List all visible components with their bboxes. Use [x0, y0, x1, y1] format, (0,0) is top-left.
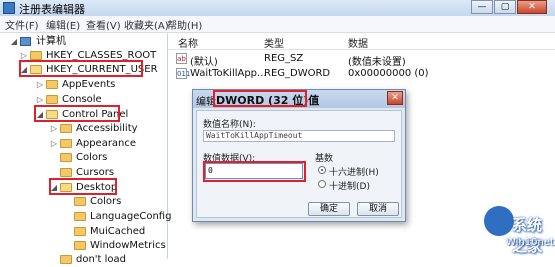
value-name-field: WaitToKillAppTimeout	[203, 130, 395, 142]
expanded-arrow-icon[interactable]: ◢	[50, 181, 58, 195]
tree-item-label: Control Panel	[62, 109, 129, 120]
watermark-title: 系统之家	[512, 216, 543, 255]
value-type: REG_SZ	[264, 53, 304, 64]
registry-app-icon	[3, 2, 15, 14]
tree-item-label: don't load	[76, 254, 127, 265]
watermark-logo-icon	[484, 206, 514, 236]
column-data[interactable]: 数据	[348, 35, 368, 50]
tree-item-label: Cursors	[76, 167, 115, 178]
registry-tree[interactable]: ◢ 计算机 ▷ HKEY_CLASSES_ROOT ◢ HKEY_CURRENT…	[0, 33, 172, 265]
expanded-arrow-icon[interactable]: ◢	[10, 35, 18, 49]
value-data: 0x00000000 (0)	[348, 68, 429, 79]
value-name: (默认)	[190, 57, 218, 68]
maximize-button[interactable]: ▢	[494, 0, 516, 14]
radio-hexadecimal[interactable]	[318, 166, 326, 174]
collapsed-arrow-icon[interactable]: ▷	[20, 49, 28, 63]
tree-item-label: WindowMetrics	[90, 240, 166, 251]
tree-item-label: HKEY_CLASSES_ROOT	[46, 50, 157, 61]
folder-icon	[46, 95, 58, 104]
tree-item-label: HKEY_CURRENT_USER	[46, 64, 158, 75]
menu-bar: 文件(F) 编辑(E) 查看(V) 收藏夹(A) 帮助(H)	[0, 16, 555, 33]
radio-hexadecimal-label: 十六进制(H)	[329, 168, 379, 178]
base-group-label: 基数	[315, 154, 334, 164]
radio-decimal-label: 十进制(D)	[329, 182, 370, 192]
collapsed-arrow-icon[interactable]: ▷	[50, 122, 58, 136]
column-name[interactable]: 名称	[178, 35, 198, 50]
folder-open-icon	[30, 65, 42, 74]
value-data-input[interactable]: 0	[205, 163, 303, 179]
values-header: 名称 类型 数据	[168, 33, 555, 50]
dword-value-icon: 011	[176, 68, 191, 79]
folder-open-icon	[46, 110, 58, 119]
folder-open-icon	[60, 183, 72, 192]
watermark-url: Win10net...	[506, 237, 555, 248]
expanded-arrow-icon[interactable]: ◢	[36, 108, 44, 122]
value-data: (数值未设置)	[348, 57, 406, 68]
title-bar: 注册表编辑器 — ▢ ✕	[0, 0, 555, 17]
folder-icon	[60, 124, 72, 133]
expanded-arrow-icon[interactable]: ◢	[20, 63, 28, 77]
folder-icon	[74, 212, 86, 221]
tree-item-label: 计算机	[36, 36, 66, 47]
cancel-button[interactable]: 取消	[357, 202, 399, 216]
folder-icon	[74, 241, 86, 250]
computer-icon	[20, 37, 31, 46]
tree-item-label: MuiCached	[90, 226, 146, 237]
tree-item-label: LanguageConfig	[90, 211, 172, 222]
dialog-title-bar: 编辑 DWORD (32 位)值 ✕	[193, 90, 405, 108]
folder-icon	[74, 197, 86, 206]
tree-item-label: Colors	[90, 196, 122, 207]
menu-file[interactable]: 文件(F)	[5, 17, 39, 32]
menu-view[interactable]: 查看(V)	[86, 17, 121, 32]
ok-button[interactable]: 确定	[308, 202, 350, 216]
tree-item-label: Accessibility	[76, 123, 138, 134]
window-title: 注册表编辑器	[19, 3, 85, 16]
dialog-close-button[interactable]: ✕	[387, 91, 403, 105]
string-value-icon: ab	[176, 53, 187, 64]
tree-item-label: Appearance	[76, 138, 137, 149]
value-name-label: 数值名称(N):	[203, 120, 256, 130]
value-name: WaitToKillApp...	[190, 68, 267, 79]
dialog-title-prefix: 编辑	[196, 97, 216, 108]
tree-item-label: Desktop	[76, 182, 118, 193]
menu-edit[interactable]: 编辑(E)	[46, 17, 80, 32]
folder-icon	[60, 255, 72, 264]
value-row[interactable]: 011 WaitToKillApp... REG_DWORD 0x0000000…	[168, 68, 555, 82]
value-type: REG_DWORD	[264, 68, 331, 79]
folder-icon	[60, 153, 72, 162]
folder-icon	[46, 80, 58, 89]
close-button[interactable]: ✕	[517, 0, 547, 14]
tree-item-label: Console	[62, 94, 102, 105]
tree-item-label: AppEvents	[62, 79, 116, 90]
value-row[interactable]: ab (默认) REG_SZ (数值未设置)	[168, 53, 555, 68]
radio-decimal[interactable]	[318, 180, 326, 188]
dialog-title: DWORD (32 位)值	[216, 94, 320, 107]
minimize-button[interactable]: —	[471, 0, 493, 14]
dialog-body: 数值名称(N): WaitToKillAppTimeout 数值数据(V): 0…	[196, 110, 402, 218]
column-type[interactable]: 类型	[264, 35, 284, 50]
collapsed-arrow-icon[interactable]: ▷	[50, 137, 58, 151]
folder-icon	[74, 227, 86, 236]
folder-icon	[60, 168, 72, 177]
collapsed-arrow-icon[interactable]: ▷	[36, 93, 44, 107]
folder-icon	[60, 139, 72, 148]
menu-favorites[interactable]: 收藏夹(A)	[124, 17, 169, 32]
collapsed-arrow-icon[interactable]: ▷	[36, 78, 44, 92]
edit-dword-dialog: 编辑 DWORD (32 位)值 ✕ 数值名称(N): WaitToKillAp…	[192, 89, 406, 222]
tree-item-label: Colors	[76, 152, 108, 163]
menu-help[interactable]: 帮助(H)	[167, 17, 202, 32]
folder-icon	[30, 51, 42, 60]
